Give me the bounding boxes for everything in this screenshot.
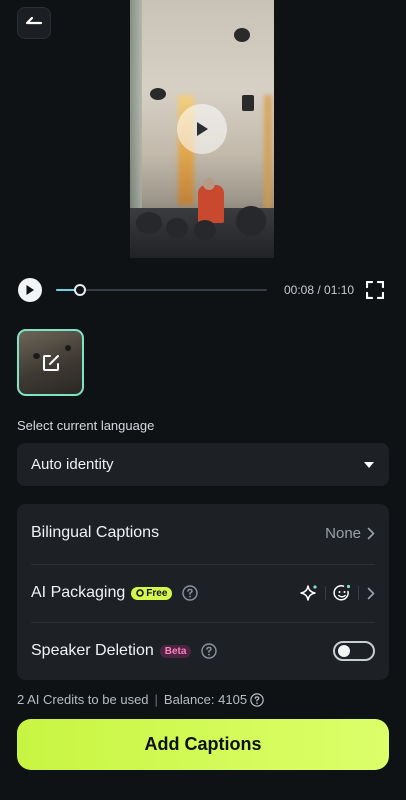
toggle-knob <box>338 645 350 657</box>
clip-thumbnail[interactable] <box>17 329 84 396</box>
divider <box>325 586 326 600</box>
smiley-sparkle-icon <box>333 584 351 601</box>
free-badge-icon <box>136 589 145 597</box>
video-scene <box>130 0 142 220</box>
back-button[interactable] <box>17 7 51 39</box>
player-controls: 00:08 / 01:10 <box>0 276 406 304</box>
credits-usage: 2 AI Credits to be used <box>17 692 149 707</box>
add-captions-button[interactable]: Add Captions <box>17 719 389 770</box>
chevron-right-icon <box>367 587 375 599</box>
language-selected-value: Auto identity <box>31 456 114 473</box>
progress-slider[interactable] <box>56 284 267 296</box>
bilingual-captions-label: Bilingual Captions <box>31 524 160 541</box>
chevron-right-icon <box>367 527 375 539</box>
credits-balance: Balance: 4105 <box>163 692 248 707</box>
caret-down-icon <box>364 461 374 468</box>
progress-thumb[interactable] <box>74 284 87 296</box>
edit-icon <box>43 355 59 371</box>
ai-packaging-row[interactable]: AI Packaging Free <box>17 564 389 622</box>
sparkle-icon <box>300 585 317 601</box>
caption-options-card: Bilingual Captions None AI Packaging Fre… <box>17 504 389 680</box>
language-select[interactable]: Auto identity <box>17 443 389 486</box>
free-badge: Free <box>131 586 173 600</box>
ai-packaging-label: AI Packaging <box>31 584 126 601</box>
credits-separator: | <box>154 692 158 707</box>
help-icon[interactable] <box>201 643 218 659</box>
credits-info: 2 AI Credits to be used | Balance: 4105 <box>17 692 264 707</box>
back-arrow-icon <box>25 16 43 25</box>
play-icon <box>26 285 34 295</box>
help-icon[interactable] <box>250 692 264 707</box>
beta-badge: Beta <box>159 644 192 658</box>
speaker-deletion-toggle[interactable] <box>333 641 375 661</box>
fullscreen-icon[interactable] <box>366 281 384 299</box>
speaker-deletion-label: Speaker Deletion <box>31 642 154 659</box>
divider <box>358 586 359 600</box>
video-play-button[interactable] <box>177 104 227 154</box>
speaker-deletion-row: Speaker Deletion Beta <box>17 622 389 680</box>
free-badge-label: Free <box>146 587 168 599</box>
language-label: Select current language <box>17 418 155 433</box>
play-icon <box>197 122 208 136</box>
bilingual-captions-row[interactable]: Bilingual Captions None <box>17 504 389 562</box>
help-icon[interactable] <box>182 585 199 601</box>
time-display: 00:08 / 01:10 <box>284 283 355 297</box>
play-button[interactable] <box>18 278 42 302</box>
bilingual-captions-value: None <box>325 524 361 542</box>
